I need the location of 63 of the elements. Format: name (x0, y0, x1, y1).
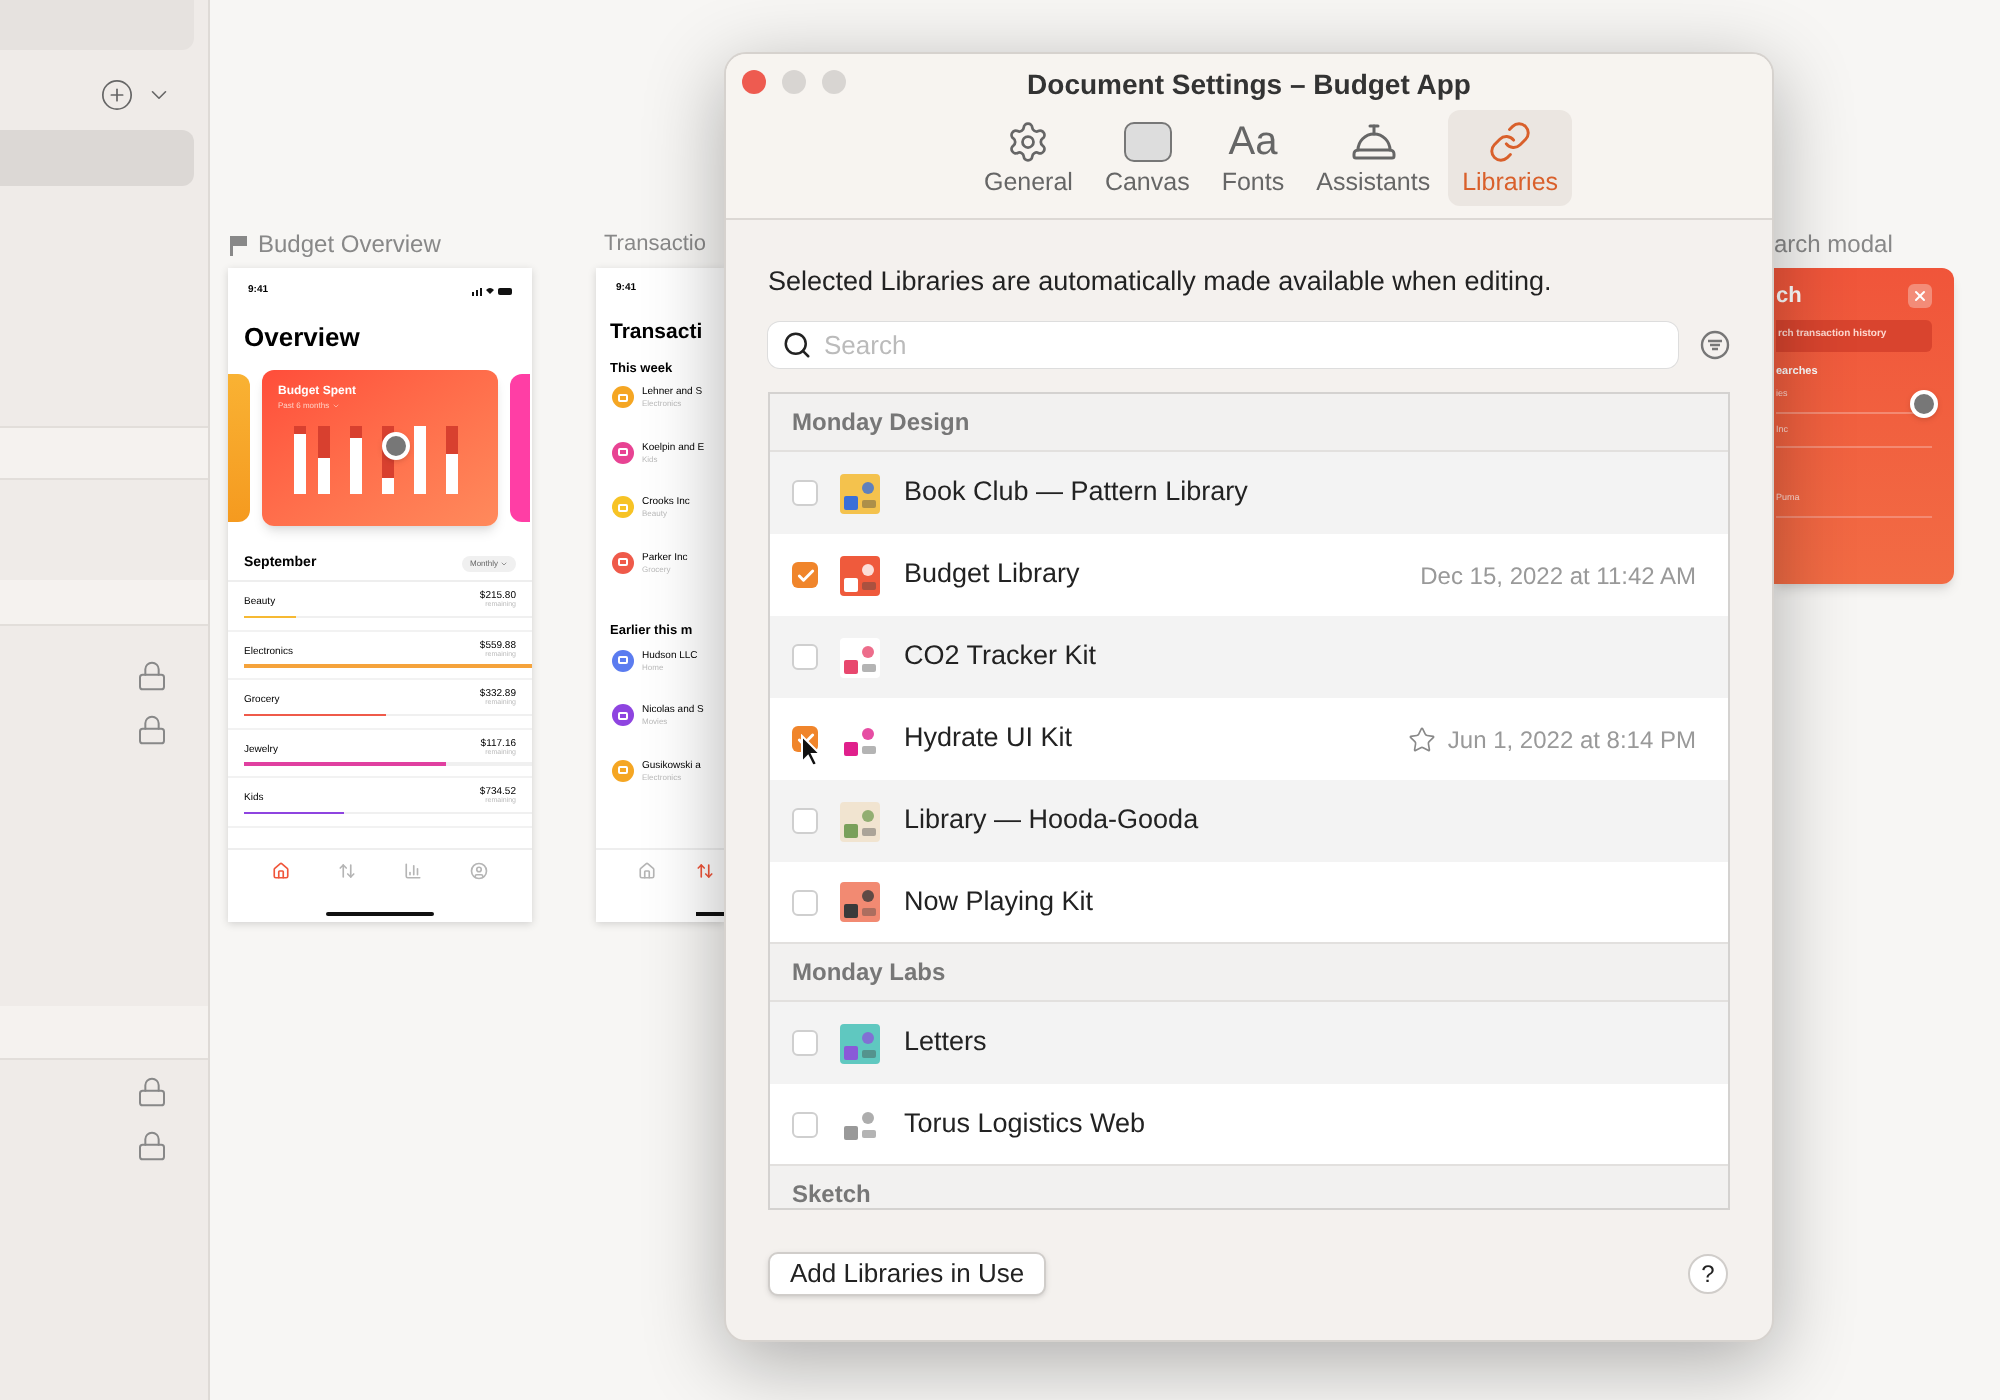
close-button[interactable] (1908, 284, 1932, 308)
lock-icon[interactable] (136, 714, 168, 746)
settings-tab[interactable]: General (969, 110, 1087, 206)
search-field[interactable]: Search (768, 322, 1678, 368)
group-header: Monday Labs (770, 944, 1728, 1002)
library-name: Budget Library (904, 556, 1080, 593)
settings-tab[interactable]: Assistants (1302, 110, 1445, 206)
close-icon (1912, 288, 1928, 304)
library-name: CO2 Tracker Kit (904, 638, 1097, 675)
home-indicator (696, 912, 724, 916)
library-date: Dec 15, 2022 at 11:42 AM (1420, 559, 1696, 593)
checkbox[interactable] (792, 480, 818, 506)
library-name: Hydrate UI Kit (904, 720, 1073, 757)
search-icon (782, 330, 812, 360)
zoom-button[interactable] (822, 70, 846, 94)
library-row[interactable]: CO2 Tracker Kit (770, 616, 1728, 698)
sidebar-row[interactable] (0, 1006, 208, 1060)
home-indicator (326, 912, 434, 916)
library-name: Torus Logistics Web (904, 1105, 1146, 1142)
window-title: Document Settings – Budget App (1027, 65, 1471, 104)
fonts-icon: Aa (1228, 120, 1278, 164)
settings-icon (1006, 120, 1051, 164)
status-icons (472, 286, 512, 297)
canvas-icon (1123, 122, 1172, 162)
library-name: Letters (904, 1024, 987, 1061)
lock-icon[interactable] (136, 1076, 168, 1108)
library-name: Now Playing Kit (904, 883, 1094, 920)
modal-title: ch (1776, 285, 1802, 307)
flag-icon (228, 233, 250, 255)
close-button[interactable] (742, 70, 766, 94)
filter-icon[interactable] (1700, 330, 1730, 360)
library-name: Library — Hooda-Gooda (904, 802, 1199, 839)
checkbox[interactable] (792, 889, 818, 915)
knob-icon (382, 431, 410, 459)
settings-tab[interactable]: Aa Fonts (1207, 110, 1299, 206)
library-row[interactable]: Book Club — Pattern Library (770, 452, 1728, 534)
group-header: Monday Design (770, 394, 1728, 452)
sidebar-row[interactable] (0, 580, 208, 626)
screen-title: Transacti (608, 322, 705, 343)
library-row[interactable]: Letters (770, 1002, 1728, 1084)
checkbox[interactable] (792, 808, 818, 834)
minimize-button[interactable] (782, 70, 806, 94)
add-icon[interactable] (100, 77, 134, 111)
help-button[interactable]: ? (1688, 1254, 1728, 1294)
checkbox[interactable] (792, 644, 818, 670)
library-name: Book Club — Pattern Library (904, 474, 1248, 511)
settings-tab[interactable]: Canvas (1090, 110, 1204, 206)
link-icon (1488, 120, 1533, 164)
lock-icon[interactable] (136, 660, 168, 692)
checkbox[interactable] (792, 562, 818, 588)
add-libraries-button[interactable]: Add Libraries in Use (768, 1252, 1047, 1296)
checkbox[interactable] (792, 1030, 818, 1056)
lock-icon[interactable] (136, 1130, 168, 1162)
description-text: Selected Libraries are automatically made available when editing. (768, 264, 1554, 298)
knob-icon (1910, 390, 1938, 418)
library-date: Jun 1, 2022 at 8:14 PM (1447, 723, 1696, 757)
screen-title: Overview (242, 323, 362, 349)
checkbox[interactable] (792, 1111, 818, 1137)
group-header: Sketch (770, 1166, 1728, 1208)
sidebar-row[interactable] (0, 426, 208, 480)
checkmark-icon (795, 565, 815, 585)
star-icon[interactable] (1407, 725, 1436, 753)
library-row[interactable]: Library — Hooda-Gooda (770, 780, 1728, 862)
